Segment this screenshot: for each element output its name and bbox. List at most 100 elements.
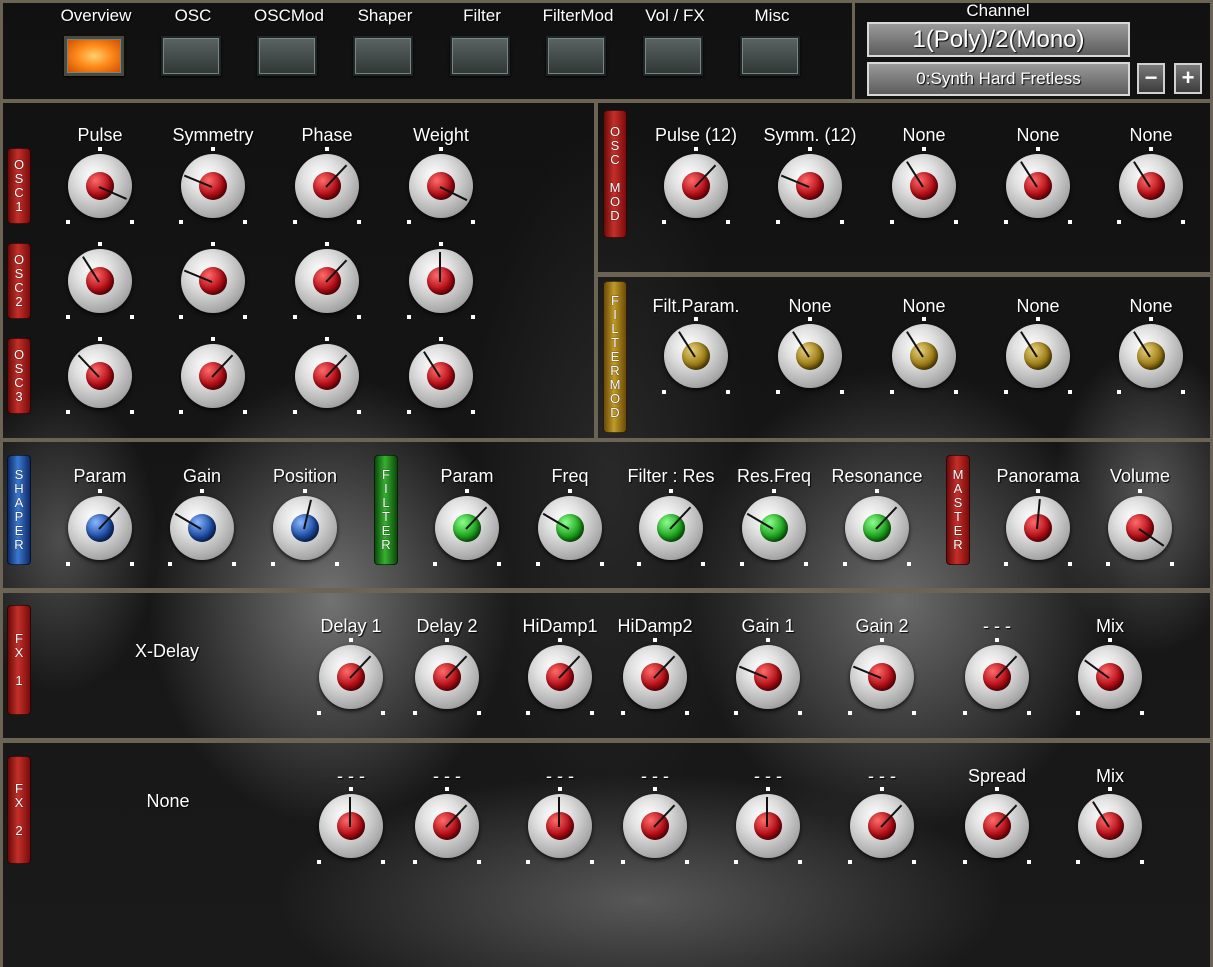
nav-button-osc[interactable] — [161, 36, 221, 76]
fx2-knob-4[interactable] — [734, 787, 802, 864]
master-label-panorama: Panorama — [996, 466, 1080, 486]
osc-mod-knob-2[interactable] — [890, 147, 958, 224]
knob-scale-dot — [477, 711, 481, 715]
osc-2-tag: O S C 2 — [7, 243, 31, 319]
knob-indicator — [558, 797, 560, 827]
fx2-knob-6[interactable] — [963, 787, 1031, 864]
fx2-knob-5[interactable] — [848, 787, 916, 864]
osc-2-phase-knob[interactable] — [293, 242, 361, 319]
filter-mod-knob-3[interactable] — [1004, 317, 1072, 394]
knob-scale-dot — [558, 638, 562, 642]
filter-mod-knob-4[interactable] — [1117, 317, 1185, 394]
knob-scale-dot — [407, 410, 411, 414]
filter-mod-knob-1[interactable] — [776, 317, 844, 394]
knob-scale-dot — [200, 489, 204, 493]
osc-mod-label-3: None — [1016, 125, 1060, 145]
osc-3-pulse-knob[interactable] — [66, 337, 134, 414]
fx1-knob-7[interactable] — [1076, 638, 1144, 715]
fx2-knob-0[interactable] — [317, 787, 385, 864]
osc-mod-knob-4[interactable] — [1117, 147, 1185, 224]
master-volume-knob[interactable] — [1106, 489, 1174, 566]
knob-scale-dot — [798, 860, 802, 864]
fx2-knob-7[interactable] — [1076, 787, 1144, 864]
knob-scale-dot — [407, 220, 411, 224]
master-panorama-knob[interactable] — [1004, 489, 1072, 566]
osc-mod-knob-1[interactable] — [776, 147, 844, 224]
nav-button-vol-fx[interactable] — [643, 36, 703, 76]
osc-1-weight-knob[interactable] — [407, 147, 475, 224]
nav-label-oscmod: OSCMod — [254, 6, 324, 25]
preset-name-display[interactable]: 0:Synth Hard Fretless — [867, 62, 1130, 96]
nav-label-filtermod: FilterMod — [542, 6, 614, 25]
fx2-knob-1[interactable] — [413, 787, 481, 864]
preset-next-button[interactable]: + — [1174, 63, 1202, 94]
preset-prev-button[interactable]: − — [1137, 63, 1165, 94]
osc-3-symmetry-knob[interactable] — [179, 337, 247, 414]
knob-scale-dot — [477, 860, 481, 864]
osc-mod-label-2: None — [902, 125, 946, 145]
osc-2-symmetry-knob[interactable] — [179, 242, 247, 319]
knob-scale-dot — [1106, 562, 1110, 566]
knob-scale-dot — [1149, 147, 1153, 151]
nav-button-filtermod[interactable] — [546, 36, 606, 76]
osc-1-pulse-knob[interactable] — [66, 147, 134, 224]
filter-res-freq-knob[interactable] — [740, 489, 808, 566]
filter-resonance-knob[interactable] — [843, 489, 911, 566]
knob-scale-dot — [471, 410, 475, 414]
knob-scale-dot — [995, 638, 999, 642]
filter-param-knob[interactable] — [433, 489, 501, 566]
osc-mod-label-4: None — [1129, 125, 1173, 145]
knob-scale-dot — [98, 147, 102, 151]
shaper-label-gain: Gain — [182, 466, 222, 486]
shaper-label-param: Param — [73, 466, 127, 486]
nav-button-overview[interactable] — [64, 36, 124, 76]
osc-2-weight-knob[interactable] — [407, 242, 475, 319]
fx1-knob-6[interactable] — [963, 638, 1031, 715]
fx1-knob-4[interactable] — [734, 638, 802, 715]
osc-mod-knob-3[interactable] — [1004, 147, 1072, 224]
nav-button-misc[interactable] — [740, 36, 800, 76]
knob-scale-dot — [995, 787, 999, 791]
knob-scale-dot — [349, 787, 353, 791]
knob-scale-dot — [1108, 787, 1112, 791]
knob-scale-dot — [685, 711, 689, 715]
osc-mod-knob-0[interactable] — [662, 147, 730, 224]
shaper-param-knob[interactable] — [66, 489, 134, 566]
knob-scale-dot — [293, 220, 297, 224]
knob-scale-dot — [1181, 390, 1185, 394]
filter-mod-knob-2[interactable] — [890, 317, 958, 394]
knob-scale-dot — [243, 410, 247, 414]
shaper-position-knob[interactable] — [271, 489, 339, 566]
channel-mode-display[interactable]: 1(Poly)/2(Mono) — [867, 22, 1130, 57]
osc-param-label-symmetry: Symmetry — [172, 125, 254, 145]
knob-scale-dot — [179, 220, 183, 224]
osc-3-weight-knob[interactable] — [407, 337, 475, 414]
osc-1-symmetry-knob[interactable] — [179, 147, 247, 224]
nav-button-oscmod[interactable] — [257, 36, 317, 76]
filter-freq-knob[interactable] — [536, 489, 604, 566]
fx1-knob-0[interactable] — [317, 638, 385, 715]
knob-scale-dot — [804, 562, 808, 566]
fx1-knob-2[interactable] — [526, 638, 594, 715]
nav-button-filter[interactable] — [450, 36, 510, 76]
osc-1-phase-knob[interactable] — [293, 147, 361, 224]
nav-button-shaper[interactable] — [353, 36, 413, 76]
knob-scale-dot — [685, 860, 689, 864]
filter-filter-res-knob[interactable] — [637, 489, 705, 566]
fx1-knob-3[interactable] — [621, 638, 689, 715]
osc-mod-tag: O S C M O D — [603, 110, 627, 238]
fx2-knob-2[interactable] — [526, 787, 594, 864]
osc-2-pulse-knob[interactable] — [66, 242, 134, 319]
fx2-knob-3[interactable] — [621, 787, 689, 864]
osc-3-phase-knob[interactable] — [293, 337, 361, 414]
knob-scale-dot — [1004, 390, 1008, 394]
osc-mod-label-0: Pulse (12) — [654, 125, 738, 145]
fx1-knob-5[interactable] — [848, 638, 916, 715]
nav-label-osc: OSC — [174, 6, 212, 25]
knob-scale-dot — [963, 711, 967, 715]
filter-mod-knob-0[interactable] — [662, 317, 730, 394]
knob-scale-dot — [1181, 220, 1185, 224]
fx1-knob-1[interactable] — [413, 638, 481, 715]
shaper-gain-knob[interactable] — [168, 489, 236, 566]
knob-scale-dot — [1068, 562, 1072, 566]
